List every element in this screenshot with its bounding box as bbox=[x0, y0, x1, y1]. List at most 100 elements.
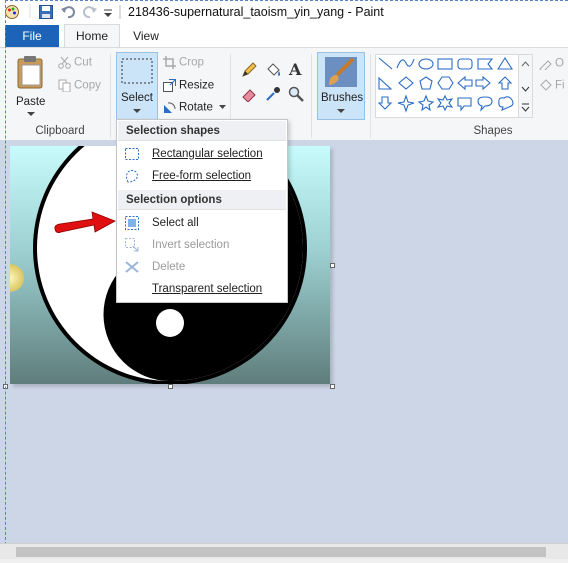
menu-item-delete[interactable]: Delete bbox=[118, 256, 286, 278]
invert-selection-icon bbox=[125, 238, 139, 252]
select-dropdown-icon bbox=[133, 109, 141, 113]
crop-icon bbox=[163, 56, 176, 69]
rotate-dropdown-icon bbox=[219, 105, 227, 109]
shapes-gallery bbox=[375, 54, 520, 118]
scissors-icon bbox=[58, 56, 71, 69]
menu-label: Rectangular selection bbox=[152, 148, 263, 160]
clipboard-group-label: Clipboard bbox=[35, 125, 85, 137]
pencil-icon[interactable] bbox=[241, 62, 257, 78]
polygon-shape-icon bbox=[477, 58, 494, 70]
diamond-shape-icon bbox=[398, 76, 414, 90]
group-separator bbox=[110, 54, 111, 138]
text-tool-icon[interactable]: A bbox=[288, 61, 304, 77]
copy-button[interactable]: Copy bbox=[58, 79, 101, 93]
cut-label: Cut bbox=[74, 56, 92, 69]
fill-label-partial: Fi bbox=[555, 79, 565, 92]
four-point-star-shape-icon bbox=[397, 94, 415, 113]
title-divider bbox=[119, 5, 121, 19]
horizontal-scrollbar[interactable] bbox=[0, 543, 568, 560]
scrollbar-thumb[interactable] bbox=[16, 547, 546, 557]
rectangular-callout-shape-icon bbox=[457, 97, 472, 112]
menu-item-freeform-selection[interactable]: Free-form selection bbox=[118, 165, 286, 187]
shapes-scroll[interactable] bbox=[518, 54, 533, 118]
color-picker-icon[interactable] bbox=[265, 86, 281, 102]
redo-icon[interactable] bbox=[82, 4, 98, 20]
menu-item-transparent-selection[interactable]: Transparent selection bbox=[118, 278, 286, 300]
paste-icon bbox=[17, 56, 43, 89]
tab-file[interactable]: File bbox=[5, 25, 59, 47]
copy-label: Copy bbox=[74, 79, 101, 92]
line-shape-icon bbox=[378, 57, 393, 70]
menu-label: Invert selection bbox=[152, 239, 230, 251]
brushes-button[interactable]: Brushes bbox=[317, 52, 365, 120]
resize-button[interactable]: Resize bbox=[163, 79, 214, 92]
six-point-star-shape-icon bbox=[436, 94, 454, 112]
cut-button[interactable]: Cut bbox=[58, 56, 92, 69]
paste-dropdown-icon bbox=[27, 112, 35, 116]
ribbon-tab-row: File Home View bbox=[0, 24, 568, 47]
paint-app-icon[interactable] bbox=[4, 4, 20, 20]
shape-fill-button[interactable]: Fi bbox=[539, 79, 565, 92]
triangle-shape-icon bbox=[496, 56, 514, 70]
save-icon[interactable] bbox=[38, 4, 54, 20]
selection-marquee-left bbox=[5, 0, 6, 545]
fill-bucket-icon[interactable] bbox=[265, 62, 281, 78]
delete-icon bbox=[125, 261, 139, 273]
status-bar bbox=[0, 559, 568, 563]
select-label: Select bbox=[121, 92, 153, 104]
group-separator bbox=[311, 54, 312, 138]
shape-outline-button[interactable]: O bbox=[539, 57, 564, 73]
tab-home[interactable]: Home bbox=[64, 24, 120, 47]
menu-header-selection-options: Selection options bbox=[118, 190, 286, 210]
resize-icon bbox=[163, 79, 176, 92]
resize-handle-bottom[interactable] bbox=[168, 384, 173, 389]
outline-label-partial: O bbox=[555, 57, 564, 70]
title-bar: 218436-supernatural_taoism_yin_yang - Pa… bbox=[0, 0, 568, 25]
selection-marquee-top bbox=[5, 0, 568, 1]
five-point-star-shape-icon bbox=[417, 94, 435, 112]
select-button[interactable]: Select bbox=[116, 52, 158, 120]
rectangle-shape-icon bbox=[437, 58, 453, 70]
annotation-arrow-icon bbox=[54, 211, 116, 233]
oval-callout-shape-icon bbox=[477, 96, 493, 112]
brushes-dropdown-icon bbox=[337, 109, 345, 113]
menu-label: Delete bbox=[152, 261, 186, 273]
down-arrow-shape-icon bbox=[377, 96, 393, 110]
undo-icon[interactable] bbox=[60, 4, 76, 20]
rotate-button[interactable]: Rotate bbox=[163, 101, 229, 114]
menu-label: Transparent selection bbox=[152, 283, 263, 295]
gallery-scroll-arrows-icon bbox=[521, 61, 530, 112]
paste-label: Paste bbox=[16, 96, 46, 108]
resize-label: Resize bbox=[179, 79, 215, 92]
curve-shape-icon bbox=[396, 58, 415, 69]
left-arrow-shape-icon bbox=[457, 75, 473, 91]
crop-label: Crop bbox=[179, 56, 204, 69]
resize-handle-corner[interactable] bbox=[330, 384, 335, 389]
menu-item-invert-selection[interactable]: Invert selection bbox=[118, 234, 286, 256]
menu-item-rectangular-selection[interactable]: Rectangular selection bbox=[118, 143, 286, 165]
shapes-group-label: Shapes bbox=[473, 125, 513, 137]
rounded-rectangle-shape-icon bbox=[457, 58, 473, 70]
rectangular-selection-icon bbox=[125, 148, 139, 160]
pentagon-shape-icon bbox=[419, 76, 433, 90]
up-arrow-shape-icon bbox=[497, 76, 513, 90]
fill-icon bbox=[540, 79, 552, 91]
magnifier-icon[interactable] bbox=[288, 86, 304, 102]
right-arrow-shape-icon bbox=[475, 75, 491, 91]
menu-label: Free-form selection bbox=[152, 170, 252, 182]
quick-access-divider bbox=[29, 4, 31, 18]
eraser-icon[interactable] bbox=[241, 86, 257, 102]
cloud-callout-shape-icon bbox=[498, 96, 514, 111]
rectangle-select-icon bbox=[121, 58, 153, 84]
outline-icon bbox=[539, 60, 552, 73]
rotate-label: Rotate bbox=[179, 101, 213, 114]
customize-quick-access-icon[interactable] bbox=[103, 4, 113, 20]
crop-button[interactable]: Crop bbox=[163, 56, 204, 69]
menu-header-selection-shapes: Selection shapes bbox=[118, 121, 286, 141]
paste-button[interactable]: Paste bbox=[10, 52, 52, 118]
resize-handle-right[interactable] bbox=[330, 263, 335, 268]
freeform-selection-icon bbox=[126, 170, 138, 183]
window-title: 218436-supernatural_taoism_yin_yang - Pa… bbox=[128, 5, 384, 19]
tab-view[interactable]: View bbox=[122, 25, 170, 47]
menu-item-select-all[interactable]: Select all bbox=[118, 212, 286, 234]
